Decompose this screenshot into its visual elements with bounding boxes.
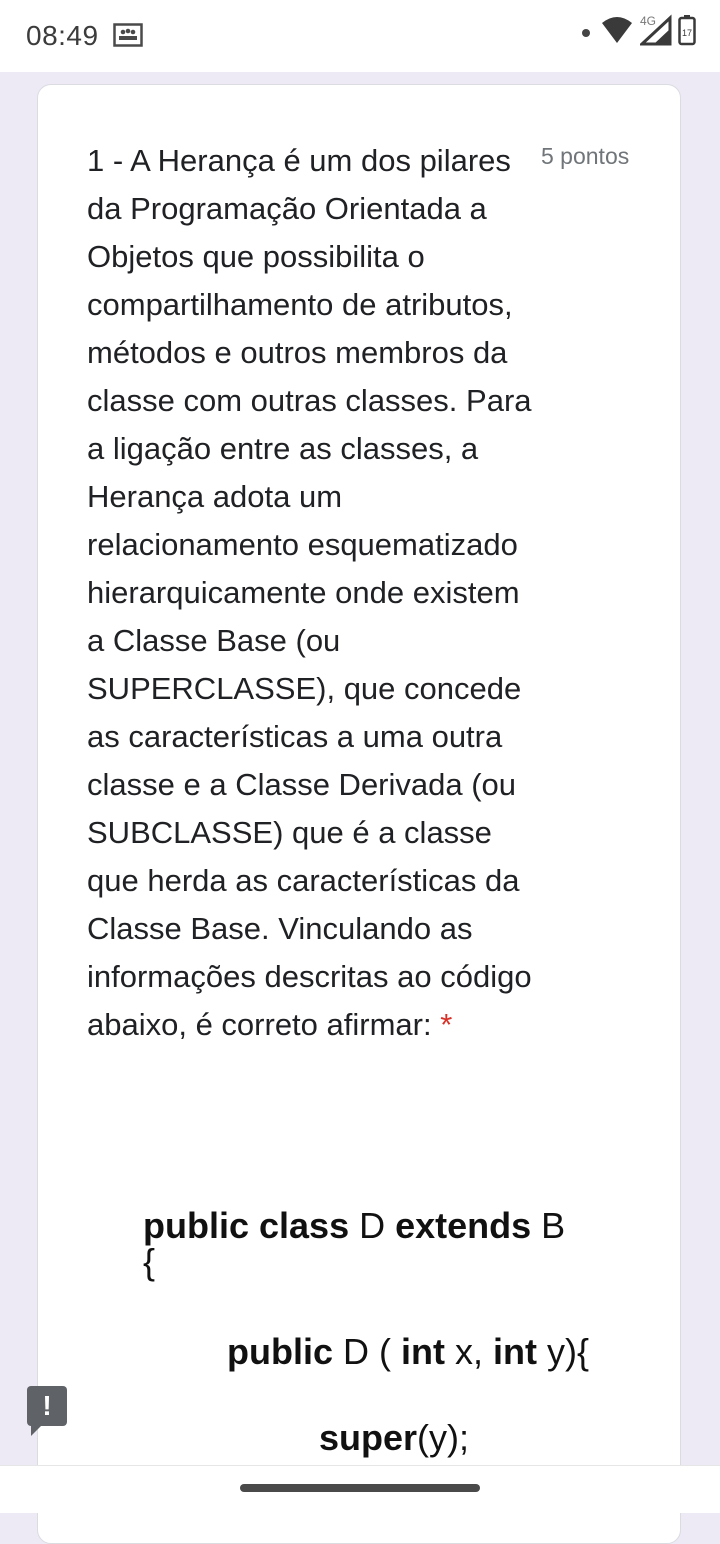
signal-icon: 4G xyxy=(638,14,672,51)
question-body: 1 - A Herança é um dos pilares da Progra… xyxy=(87,143,532,1042)
battery-level: 17 xyxy=(682,28,692,38)
code-text: y){ xyxy=(536,1331,589,1372)
code-keyword: super xyxy=(319,1417,418,1458)
dot-icon xyxy=(582,28,590,37)
status-bar: 08:49 4G 17 xyxy=(0,0,720,72)
points-label: 5 pontos xyxy=(541,143,630,169)
code-line-3: public D ( int x, int y){ xyxy=(227,1331,589,1373)
report-problem-button[interactable]: ! xyxy=(27,1386,67,1436)
question-card: 1 - A Herança é um dos pilares da Progra… xyxy=(37,84,681,1544)
code-line-1: public class D extends B xyxy=(143,1205,565,1247)
code-text: D ( xyxy=(333,1331,401,1372)
navigation-bar xyxy=(0,1465,720,1513)
code-keyword: public class xyxy=(143,1205,350,1246)
code-keyword: int xyxy=(493,1331,537,1372)
wifi-icon xyxy=(600,15,634,50)
status-icons: 4G 17 xyxy=(582,14,696,51)
network-label: 4G xyxy=(640,14,657,28)
status-time: 08:49 xyxy=(26,20,99,51)
code-keyword: extends xyxy=(395,1205,532,1246)
battery-icon: 17 xyxy=(678,14,696,51)
notification-icon xyxy=(113,22,143,53)
code-keyword: public xyxy=(227,1331,333,1372)
code-text: D xyxy=(349,1205,396,1246)
code-text: B xyxy=(531,1205,566,1246)
code-line-2: { xyxy=(143,1241,156,1282)
home-gesture-handle[interactable] xyxy=(240,1484,480,1492)
required-marker: * xyxy=(440,1007,453,1042)
code-keyword: int xyxy=(401,1331,445,1372)
question-text: 1 - A Herança é um dos pilares da Progra… xyxy=(87,137,537,1049)
code-text: (y); xyxy=(417,1417,470,1458)
code-text: x, xyxy=(444,1331,493,1372)
code-line-4: super(y); xyxy=(319,1417,469,1459)
exclamation-icon: ! xyxy=(42,1390,52,1421)
